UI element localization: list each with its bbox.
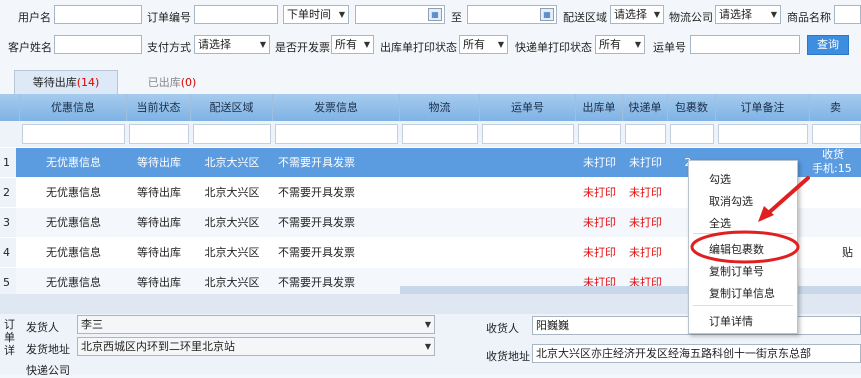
- annotation-overlay: [690, 176, 810, 264]
- annotation-arrow-shaft: [763, 176, 810, 218]
- highlight-ellipse: [690, 230, 800, 264]
